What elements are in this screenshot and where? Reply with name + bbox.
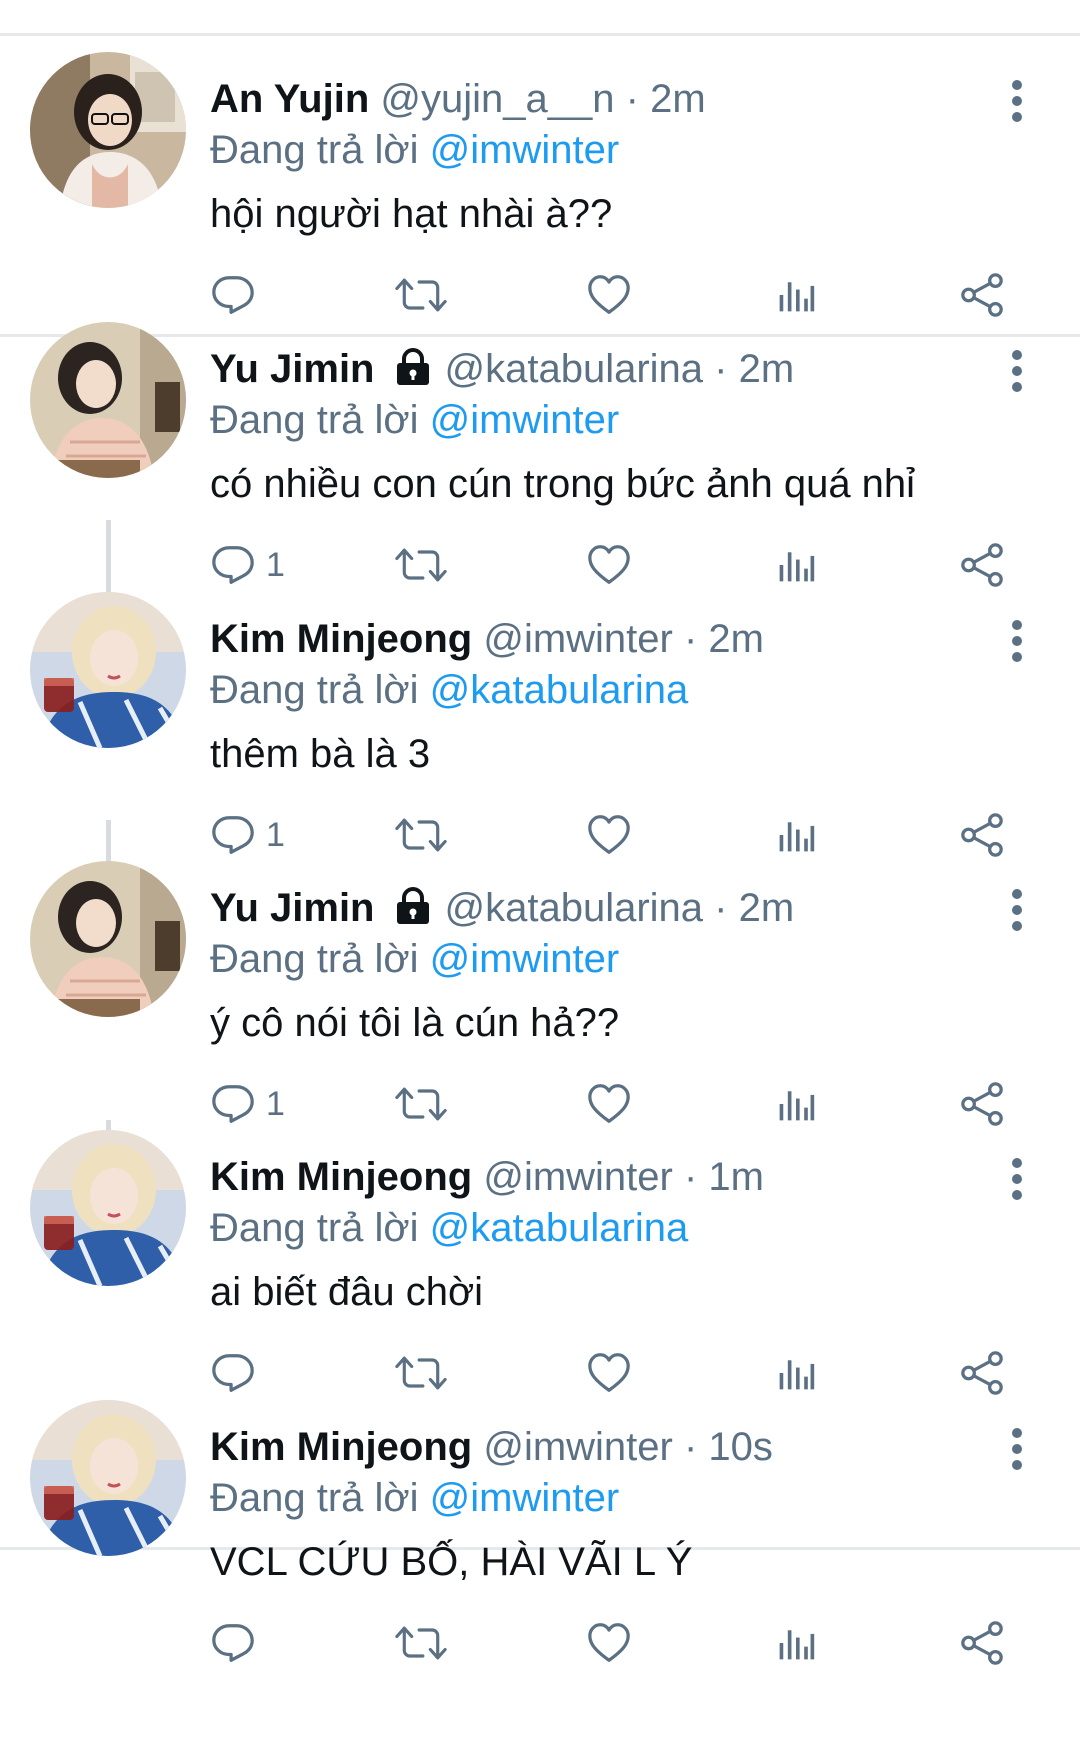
timestamp[interactable]: · 2m (684, 617, 764, 661)
tweet[interactable]: Kim Minjeong @imwinter · 10s Đang trả lời… (0, 1388, 1080, 1688)
tweet-text: VCL CỨU BỐ, HÀI VÃI L Ý (210, 1540, 693, 1584)
replying-to-label: Đang trả lời (210, 1476, 419, 1520)
tweet-text: có nhiều con cún trong bức ảnh quá nhỉ (210, 462, 916, 506)
analytics-button[interactable] (776, 1613, 816, 1673)
tweet[interactable]: Yu Jimin @katabularina · 2m Đang trả lời @… (0, 849, 1080, 1149)
like-icon (586, 1620, 632, 1666)
replying-to: Đang trả lời @katabularina (210, 1204, 688, 1252)
more-options-icon[interactable] (1002, 887, 1032, 933)
tweet[interactable]: An Yujin @yujin_a__n · 2m Đang trả lời @i… (0, 40, 1080, 340)
timestamp[interactable]: · 2m (714, 886, 794, 930)
tweet-text: hội người hạt nhài à?? (210, 192, 613, 236)
analytics-icon (776, 545, 816, 585)
tweet[interactable]: Yu Jimin @katabularina · 2m Đang trả lời @… (0, 310, 1080, 610)
like-button[interactable] (586, 1613, 632, 1673)
replying-to: Đang trả lời @imwinter (210, 126, 619, 174)
timestamp[interactable]: · 2m (626, 77, 706, 121)
reply-button[interactable] (210, 1613, 256, 1673)
analytics-icon (776, 275, 816, 315)
timestamp[interactable]: · 2m (714, 347, 794, 391)
username-handle[interactable]: @imwinter (483, 1425, 673, 1469)
mention-link[interactable]: @imwinter (430, 398, 620, 442)
analytics-icon (776, 1623, 816, 1663)
replying-to-label: Đang trả lời (210, 668, 419, 712)
display-name[interactable]: An Yujin (210, 77, 369, 121)
share-button[interactable] (959, 1613, 1005, 1673)
replying-to: Đang trả lời @katabularina (210, 666, 688, 714)
tweet-actions (210, 1613, 1030, 1673)
mention-link[interactable]: @imwinter (430, 128, 620, 172)
more-options-icon[interactable] (1002, 1426, 1032, 1472)
replying-to-label: Đang trả lời (210, 937, 419, 981)
username-handle[interactable]: @yujin_a__n (380, 77, 614, 121)
lock-icon (393, 347, 433, 398)
tweet-header: Kim Minjeong @imwinter · 2m (210, 615, 764, 663)
avatar[interactable] (30, 52, 186, 208)
divider (0, 33, 1080, 36)
replying-to: Đang trả lời @imwinter (210, 396, 619, 444)
replying-to: Đang trả lời @imwinter (210, 935, 619, 983)
mention-link[interactable]: @katabularina (430, 1206, 689, 1250)
more-options-icon[interactable] (1002, 348, 1032, 394)
avatar[interactable] (30, 322, 186, 478)
display-name[interactable]: Kim Minjeong (210, 617, 472, 661)
username-handle[interactable]: @katabularina (445, 886, 704, 930)
reply-icon (210, 1620, 256, 1666)
tweet-text: ai biết đâu chời (210, 1270, 484, 1314)
mention-link[interactable]: @imwinter (430, 937, 620, 981)
mention-link[interactable]: @imwinter (430, 1476, 620, 1520)
username-handle[interactable]: @imwinter (483, 1155, 673, 1199)
tweet-text: thêm bà là 3 (210, 732, 431, 776)
avatar[interactable] (30, 592, 186, 748)
replying-to-label: Đang trả lời (210, 1206, 419, 1250)
reply-count: 1 (266, 545, 285, 584)
timestamp[interactable]: · 1m (684, 1155, 764, 1199)
mention-link[interactable]: @katabularina (430, 668, 689, 712)
username-handle[interactable]: @imwinter (483, 617, 673, 661)
display-name[interactable]: Yu Jimin (210, 886, 375, 930)
tweet[interactable]: Kim Minjeong @imwinter · 2m Đang trả lời … (0, 580, 1080, 880)
analytics-icon (776, 1353, 816, 1393)
avatar[interactable] (30, 861, 186, 1017)
more-options-icon[interactable] (1002, 78, 1032, 124)
display-name[interactable]: Yu Jimin (210, 347, 375, 391)
display-name[interactable]: Kim Minjeong (210, 1425, 472, 1469)
avatar[interactable] (30, 1400, 186, 1556)
display-name[interactable]: Kim Minjeong (210, 1155, 472, 1199)
tweet[interactable]: Kim Minjeong @imwinter · 1m Đang trả lời … (0, 1118, 1080, 1418)
lock-icon (393, 886, 433, 937)
retweet-button[interactable] (395, 1613, 447, 1673)
tweet-header: An Yujin @yujin_a__n · 2m (210, 75, 706, 123)
previous-tweet-actions (0, 0, 1080, 10)
tweet-header: Kim Minjeong @imwinter · 10s (210, 1423, 773, 1471)
more-options-icon[interactable] (1002, 618, 1032, 664)
tweet-header: Kim Minjeong @imwinter · 1m (210, 1153, 764, 1201)
share-icon (959, 1620, 1005, 1666)
replying-to-label: Đang trả lời (210, 398, 419, 442)
tweet-text: ý cô nói tôi là cún hả?? (210, 1001, 620, 1045)
replying-to: Đang trả lời @imwinter (210, 1474, 619, 1522)
timestamp[interactable]: · 10s (684, 1425, 773, 1469)
retweet-icon (395, 1620, 447, 1666)
replying-to-label: Đang trả lời (210, 128, 419, 172)
tweet-header: Yu Jimin @katabularina · 2m (210, 884, 794, 937)
more-options-icon[interactable] (1002, 1156, 1032, 1202)
avatar[interactable] (30, 1130, 186, 1286)
username-handle[interactable]: @katabularina (445, 347, 704, 391)
tweet-header: Yu Jimin @katabularina · 2m (210, 345, 794, 398)
